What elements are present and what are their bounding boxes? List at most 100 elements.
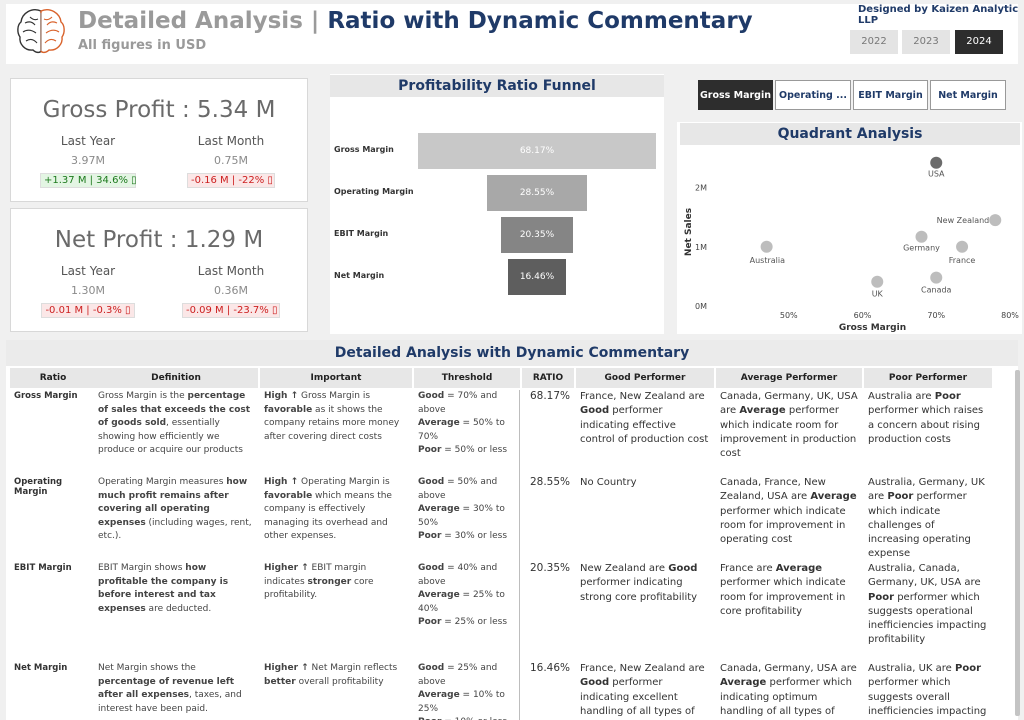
funnel-label-1: Gross Margin [334, 145, 394, 154]
net-last-month-change: -0.09 M | -23.7% ▯ [182, 303, 280, 318]
title-sub: Ratio with Dynamic Commentary [327, 8, 753, 34]
tab-ebit-margin[interactable]: EBIT Margin [853, 80, 928, 110]
poor-performer-cell: Australia, Germany, UK are Poor performe… [868, 477, 985, 560]
ratio-name-cell: EBIT Margin [14, 563, 72, 573]
scatter-label: UK [872, 290, 884, 299]
scatter-label: Australia [750, 256, 785, 265]
quadrant-title: Quadrant Analysis [680, 123, 1020, 145]
scatter-label: Canada [921, 286, 952, 295]
quadrant-scatter-chart: 0M 1M 2M 50% 60% 70% 80% Gross Margin Net Sales U… [684, 156, 1019, 333]
gross-last-year-value: 3.97M [71, 154, 105, 167]
gross-last-year-label: Last Year [60, 134, 116, 148]
x-tick-label: 50% [780, 311, 798, 320]
definition-cell: Gross Margin is the percentage of sales … [98, 391, 251, 455]
scatter-point-germany[interactable] [915, 230, 928, 243]
poor-performer-cell: Australia, Canada, Germany, UK, USA are … [868, 563, 987, 646]
net-last-year-label: Last Year [60, 264, 116, 278]
average-performer-cell: Canada, Germany, UK, USA are Average per… [720, 391, 858, 460]
good-performer-cell: France, New Zealand are Good performer i… [580, 391, 709, 445]
funnel-bar-3[interactable]: 20.35% [501, 217, 573, 253]
funnel-bar-2[interactable]: 28.55% [487, 175, 587, 211]
header-average-performer[interactable]: Average Performer [716, 368, 862, 388]
good-performer-cell: France, New Zealand are Good performer i… [580, 663, 705, 717]
net-last-month-value: 0.36M [214, 284, 248, 297]
threshold-cell: Good = 25% and above Average = 10% to 25%… [418, 663, 507, 720]
funnel-title: Profitability Ratio Funnel [330, 75, 664, 97]
commentary-table: Ratio Definition Important Threshold RATIO Go… [6, 340, 1018, 720]
average-performer-cell: France are Average performer which indic… [720, 563, 846, 617]
header-good-performer[interactable]: Good Performer [576, 368, 714, 388]
title-separator: | [310, 8, 320, 34]
funnel-bar-4[interactable]: 16.46% [508, 259, 566, 295]
scatter-point-new-zealand[interactable] [989, 214, 1002, 227]
y-tick-label: 1M [695, 243, 707, 252]
year-button-2023[interactable]: 2023 [902, 30, 950, 54]
definition-cell: EBIT Margin shows how profitable the com… [98, 563, 229, 614]
important-cell: Higher ↑ Net Margin reflects better over… [264, 663, 398, 687]
funnel-chart: Gross Margin 68.17% Operating Margin 28.55%… [330, 100, 664, 330]
scatter-label: France [949, 256, 976, 265]
header-ratio-value[interactable]: RATIO [522, 368, 574, 388]
ratio-name-cell: Net Margin [14, 663, 68, 673]
ratio-name-cell: Gross Margin [14, 391, 78, 401]
ratio-name-cell: Operating Margin [14, 477, 63, 497]
funnel-bar-1[interactable]: 68.17% [418, 133, 656, 169]
header-threshold[interactable]: Threshold [414, 368, 520, 388]
good-performer-cell: No Country [580, 477, 637, 488]
ratio-value-cell: 20.35% [529, 562, 570, 574]
average-performer-cell: Canada, Germany, USA are Average perform… [720, 663, 857, 717]
threshold-cell: Good = 50% and above Average = 30% to 50%… [418, 477, 508, 541]
scatter-point-france[interactable] [956, 240, 969, 253]
scatter-point-australia[interactable] [760, 240, 773, 253]
poor-performer-cell: Australia, UK are Poor performer which s… [868, 663, 987, 717]
y-tick-label: 2M [695, 184, 707, 193]
tab-gross-margin[interactable]: Gross Margin [698, 80, 773, 110]
tab-operating-margin[interactable]: Operating ... [775, 80, 851, 110]
x-tick-label: 70% [927, 311, 945, 320]
page-subtitle: All figures in USD [78, 38, 207, 53]
title-main: Detailed Analysis [78, 8, 303, 34]
designer-credit: Designed by Kaizen Analytic LLP [858, 4, 1019, 26]
scatter-point-usa[interactable] [930, 156, 943, 169]
table-scrollbar[interactable] [1015, 370, 1020, 716]
ratio-value-cell: 28.55% [529, 476, 570, 488]
poor-performer-cell: Australia are Poor performer which raise… [868, 391, 984, 445]
ratio-value-cell: 68.17% [529, 390, 570, 402]
year-button-2022[interactable]: 2022 [850, 30, 898, 54]
scatter-label: Germany [903, 244, 940, 253]
important-cell: Higher ↑ EBIT margin indicates stronger … [264, 563, 374, 600]
y-tick-label: 0M [695, 302, 707, 311]
definition-cell: Operating Margin measures how much profi… [98, 477, 252, 541]
scatter-point-uk[interactable] [871, 275, 884, 288]
tab-net-margin[interactable]: Net Margin [930, 80, 1006, 110]
gross-last-month-value: 0.75M [214, 154, 248, 167]
scatter-point-canada[interactable] [930, 271, 943, 284]
funnel-label-4: Net Margin [334, 271, 385, 280]
funnel-label-2: Operating Margin [334, 187, 414, 196]
header-definition[interactable]: Definition [94, 368, 258, 388]
x-tick-label: 80% [1001, 311, 1019, 320]
page-title: Detailed Analysis | Ratio with Dynamic C… [78, 8, 753, 34]
y-axis-title: Net Sales [684, 208, 694, 256]
gross-last-month-label: Last Month [197, 134, 265, 148]
important-cell: High ↑ Gross Margin is favorable as it s… [264, 391, 400, 442]
important-cell: High ↑ Operating Margin is favorable whi… [264, 477, 392, 541]
net-last-year-value: 1.30M [71, 284, 105, 297]
good-performer-cell: New Zealand are Good performer indicatin… [580, 563, 698, 603]
threshold-cell: Good = 70% and above Average = 50% to 70%… [418, 391, 508, 455]
net-last-year-change: -0.01 M | -0.3% ▯ [41, 303, 135, 318]
average-performer-cell: Canada, France, New Zealand, USA are Ave… [720, 477, 857, 546]
net-profit-title: Net Profit : 1.29 M [54, 227, 264, 253]
gross-last-month-change: -0.16 M | -22% ▯ [187, 173, 275, 188]
gross-profit-title: Gross Profit : 5.34 M [42, 97, 276, 123]
threshold-cell: Good = 40% and above Average = 25% to 40%… [418, 563, 508, 627]
header-important[interactable]: Important [260, 368, 412, 388]
definition-cell: Net Margin shows the percentage of reven… [98, 663, 242, 714]
scatter-label: USA [928, 170, 945, 179]
header-ratio[interactable]: Ratio [10, 368, 96, 388]
brain-logo-icon [14, 5, 68, 57]
header-poor-performer[interactable]: Poor Performer [864, 368, 992, 388]
year-button-2024[interactable]: 2024 [955, 30, 1003, 54]
net-last-month-label: Last Month [197, 264, 265, 278]
gross-last-year-change: +1.37 M | 34.6% ▯ [40, 173, 137, 188]
